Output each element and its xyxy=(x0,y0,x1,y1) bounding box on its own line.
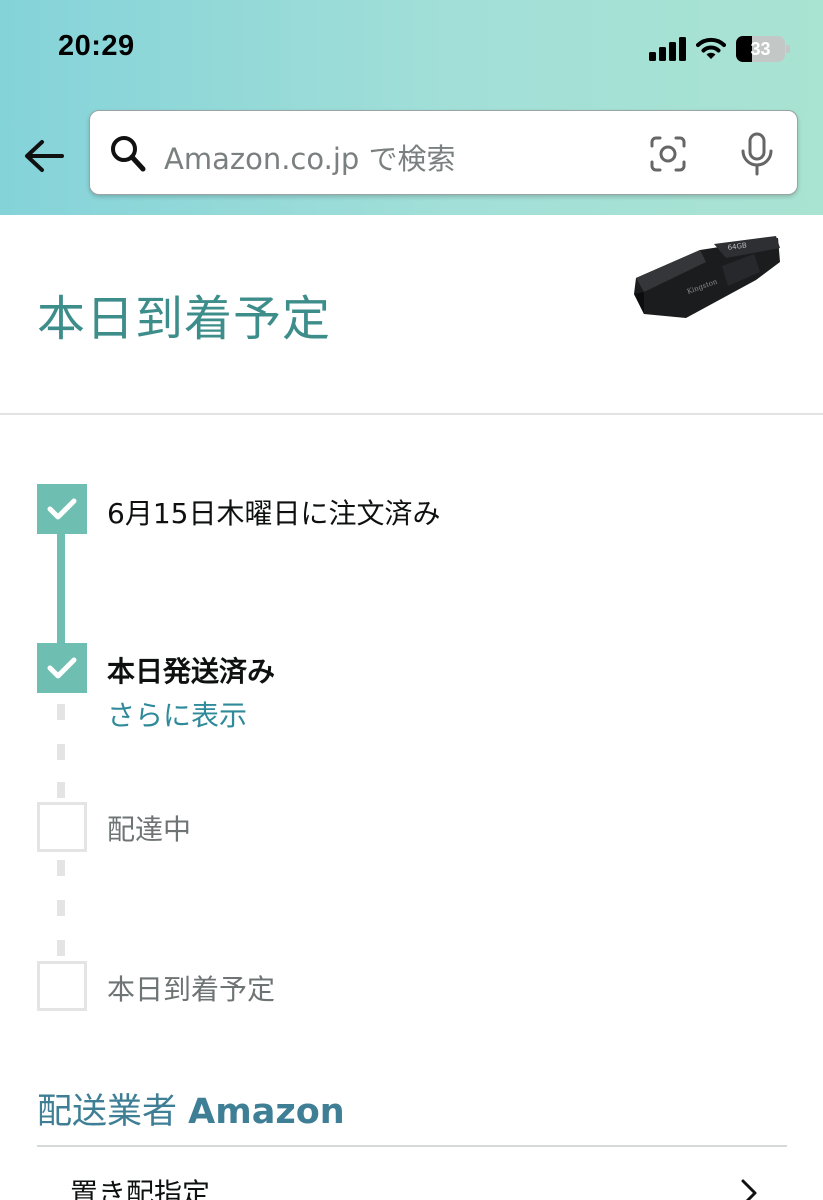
carrier-heading: 配送業者 Amazon xyxy=(37,1083,345,1134)
section-divider xyxy=(0,413,823,415)
carrier-prefix: 配送業者 xyxy=(37,1092,178,1132)
progress-dash xyxy=(57,900,65,916)
camera-scan-icon[interactable] xyxy=(648,134,688,174)
step-arrival-checkbox xyxy=(37,961,87,1011)
back-arrow-icon[interactable] xyxy=(22,136,66,176)
battery-level: 33 xyxy=(750,39,771,59)
step-shipped-check-icon xyxy=(37,643,87,693)
carrier-divider xyxy=(37,1145,787,1147)
step-arrival-label: 本日到着予定 xyxy=(107,973,276,1006)
progress-line xyxy=(57,534,65,644)
progress-dash xyxy=(57,744,65,760)
page-title: 本日到着予定 xyxy=(37,291,332,347)
step-in-transit-checkbox xyxy=(37,802,87,852)
battery-icon: 33 xyxy=(736,36,790,62)
step-ordered-label: 6月15日木曜日に注文済み xyxy=(107,497,441,530)
cellular-signal-icon xyxy=(649,37,687,61)
progress-dash xyxy=(57,704,65,720)
show-more-link[interactable]: さらに表示 xyxy=(107,694,247,734)
product-thumbnail[interactable]: 64GB Kingston xyxy=(630,232,782,332)
delivery-preference-row[interactable]: 置き配指定 xyxy=(70,1172,210,1200)
search-icon xyxy=(111,136,146,172)
wifi-icon xyxy=(696,37,726,59)
progress-dash xyxy=(57,940,65,956)
status-time: 20:29 xyxy=(58,30,135,62)
search-input[interactable]: Amazon.co.jp で検索 xyxy=(89,110,798,195)
progress-dash xyxy=(57,782,65,798)
chevron-right-icon[interactable] xyxy=(738,1178,760,1200)
app-header: 20:29 33 Amazon.co.jp で検索 xyxy=(0,0,823,215)
step-shipped-label: 本日発送済み xyxy=(107,655,276,688)
step-in-transit-label: 配達中 xyxy=(107,813,192,846)
carrier-name: Amazon xyxy=(188,1092,345,1132)
step-ordered-check-icon xyxy=(37,484,87,534)
microphone-icon[interactable] xyxy=(737,131,777,177)
progress-dash xyxy=(57,860,65,876)
search-placeholder: Amazon.co.jp で検索 xyxy=(164,142,456,176)
